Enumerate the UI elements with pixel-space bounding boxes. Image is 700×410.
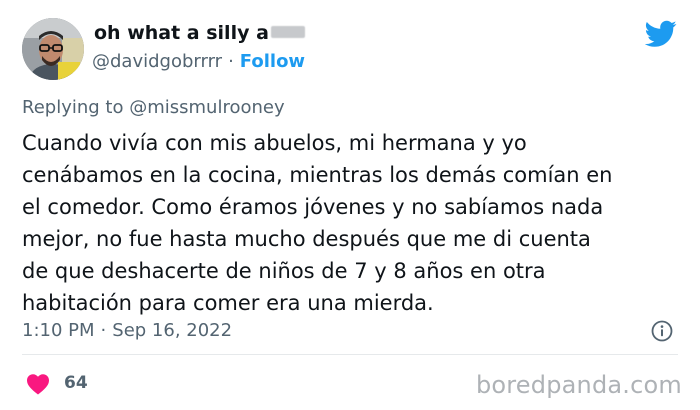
heart-icon[interactable] — [26, 373, 50, 395]
twitter-bird-icon[interactable] — [645, 20, 677, 48]
avatar[interactable] — [22, 18, 84, 80]
display-name[interactable]: oh what a silly a — [94, 22, 305, 44]
info-icon[interactable] — [651, 320, 673, 342]
reply-mention[interactable]: @missmulrooney — [129, 97, 284, 118]
display-name-text: oh what a silly a — [94, 22, 269, 44]
separator-dot: · — [228, 51, 234, 72]
handle-line: @davidgobrrrr · Follow — [92, 51, 305, 72]
watermark: boredpanda.com — [475, 371, 682, 399]
tweet-time: 1:10 PM — [22, 320, 95, 341]
user-handle[interactable]: @davidgobrrrr — [92, 51, 222, 72]
replying-prefix: Replying to — [22, 97, 124, 118]
tweet-date: Sep 16, 2022 — [112, 320, 233, 341]
follow-button[interactable]: Follow — [240, 51, 305, 72]
separator-dot: · — [100, 320, 107, 341]
tweet-line: Cuando vivía con mis abuelos, mi hermana… — [22, 131, 527, 155]
timestamp[interactable]: 1:10 PM · Sep 16, 2022 — [22, 320, 232, 341]
tweet-line: mejor, no fue hasta mucho después que me… — [22, 227, 591, 251]
tweet-line: habitación para comer era una mierda. — [22, 291, 434, 315]
tweet-card: oh what a silly a @davidgobrrrr · Follow R… — [0, 0, 700, 410]
tweet-text: Cuando vivía con mis abuelos, mi hermana… — [22, 127, 682, 319]
censored-word — [270, 26, 305, 38]
tweet-line: cenábamos en la cocina, mientras los dem… — [22, 163, 613, 187]
divider — [22, 354, 678, 355]
tweet-line: el comedor. Como éramos jóvenes y no sab… — [22, 195, 604, 219]
tweet-line: de que deshacerte de niños de 7 y 8 años… — [22, 259, 546, 283]
like-count: 64 — [64, 373, 88, 393]
replying-to: Replying to @missmulrooney — [22, 97, 285, 118]
